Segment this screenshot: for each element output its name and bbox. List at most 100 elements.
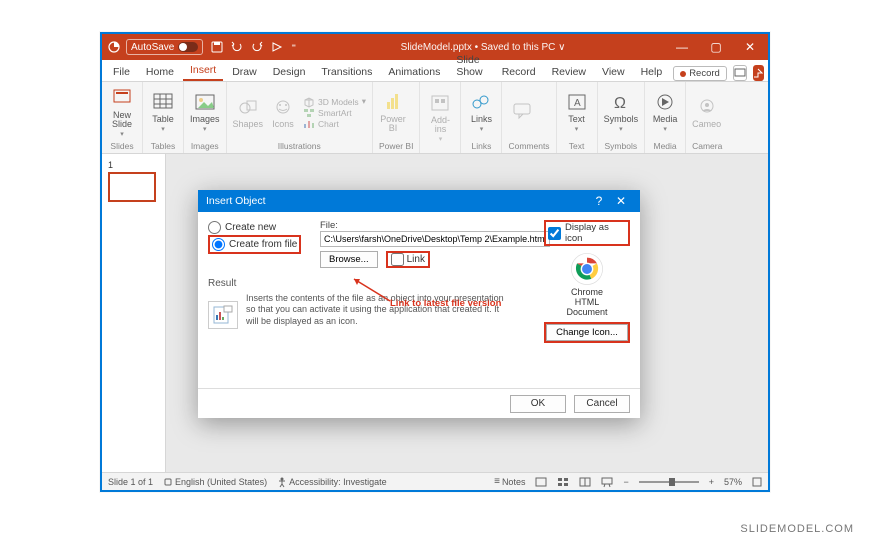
media-button[interactable]: Media▾	[651, 92, 679, 133]
display-as-icon-label: Display as icon	[565, 222, 626, 244]
tab-record[interactable]: Record	[495, 63, 543, 81]
start-icon[interactable]	[271, 41, 283, 53]
new-slide-button[interactable]: New Slide▾	[108, 88, 136, 138]
dialog-title-bar: Insert Object ? ✕	[198, 190, 640, 212]
save-icon[interactable]	[211, 41, 223, 53]
tab-home[interactable]: Home	[139, 63, 181, 81]
links-button[interactable]: Links▾	[467, 92, 495, 133]
undo-icon[interactable]	[231, 41, 243, 53]
dialog-close-button[interactable]: ✕	[610, 194, 632, 208]
smartart-button[interactable]: SmartArt	[303, 108, 366, 118]
window-title: SlideModel.pptx • Saved to this PC ∨	[296, 42, 670, 53]
create-from-file-highlight: Create from file	[208, 235, 301, 254]
record-button[interactable]: Record	[673, 66, 727, 81]
chart-button[interactable]: Chart	[303, 119, 366, 129]
tab-help[interactable]: Help	[634, 63, 670, 81]
notes-button[interactable]: ≡Notes	[494, 476, 525, 487]
maximize-button[interactable]: ▢	[704, 40, 728, 54]
autosave-switch-icon	[178, 42, 198, 52]
group-media-label: Media	[651, 140, 679, 151]
tab-draw[interactable]: Draw	[225, 63, 264, 81]
display-as-icon-panel: Display as icon Chrome HTML Document Cha…	[544, 220, 630, 343]
tab-file[interactable]: File	[106, 63, 137, 81]
link-checkbox[interactable]	[391, 253, 404, 266]
dialog-body: Create new Create from file File: Browse…	[198, 212, 640, 388]
view-slideshow-icon[interactable]	[601, 477, 613, 487]
autosave-label: AutoSave	[131, 42, 174, 53]
group-images-label: Images	[190, 140, 220, 151]
callout-text: Link to latest file version	[390, 298, 501, 309]
tab-animations[interactable]: Animations	[381, 63, 447, 81]
ok-button[interactable]: OK	[510, 395, 566, 413]
change-icon-button[interactable]: Change Icon...	[546, 324, 628, 341]
quick-access-toolbar: ⁼	[211, 41, 296, 53]
dialog-help-button[interactable]: ?	[588, 194, 610, 208]
addins-button[interactable]: Add- ins▾	[426, 93, 454, 143]
status-bar: Slide 1 of 1 English (United States) Acc…	[102, 472, 768, 490]
language-icon	[163, 477, 173, 487]
minimize-button[interactable]: —	[670, 40, 694, 54]
cameo-label: Cameo	[692, 120, 721, 129]
tab-view[interactable]: View	[595, 63, 632, 81]
create-new-label: Create new	[225, 222, 276, 233]
text-label: Text	[568, 115, 585, 124]
view-normal-icon[interactable]	[535, 477, 547, 487]
table-button[interactable]: Table▾	[149, 92, 177, 133]
file-label: File:	[320, 220, 550, 231]
3d-models-button[interactable]: 3D Models ▾	[303, 96, 366, 107]
accessibility-status[interactable]: Accessibility: Investigate	[277, 477, 387, 487]
thumbnail-number: 1	[108, 160, 159, 170]
slide-thumbnail-1[interactable]	[108, 172, 156, 202]
accessibility-icon	[277, 477, 287, 487]
display-as-icon-checkbox[interactable]: Display as icon	[544, 220, 630, 246]
browse-button[interactable]: Browse...	[320, 251, 378, 268]
close-button[interactable]: ✕	[738, 40, 762, 54]
view-sorter-icon[interactable]	[557, 477, 569, 487]
create-from-file-radio[interactable]: Create from file	[212, 238, 297, 251]
shapes-button[interactable]: Shapes	[233, 97, 264, 129]
tab-design[interactable]: Design	[266, 63, 313, 81]
zoom-level[interactable]: 57%	[724, 477, 742, 487]
cameo-button[interactable]: Cameo	[692, 97, 721, 129]
fit-window-icon[interactable]	[752, 477, 762, 487]
svg-text:A: A	[574, 98, 581, 109]
file-path-input[interactable]	[320, 231, 550, 247]
autosave-toggle[interactable]: AutoSave	[126, 39, 203, 55]
tab-slideshow[interactable]: Slide Show	[449, 51, 492, 81]
create-from-file-label: Create from file	[229, 239, 297, 250]
group-text-label: Text	[563, 140, 591, 151]
symbols-button[interactable]: ΩSymbols▾	[604, 92, 639, 133]
table-label: Table	[152, 115, 174, 124]
cancel-button[interactable]: Cancel	[574, 395, 630, 413]
change-icon-highlight: Change Icon...	[544, 322, 630, 343]
share-button[interactable]	[753, 65, 764, 81]
result-icon	[208, 301, 238, 329]
tab-insert[interactable]: Insert	[183, 61, 223, 81]
zoom-out-button[interactable]: −	[623, 477, 628, 487]
icons-button[interactable]: Icons	[269, 97, 297, 129]
text-button[interactable]: AText▾	[563, 92, 591, 133]
tab-transitions[interactable]: Transitions	[314, 63, 379, 81]
present-button[interactable]	[733, 65, 747, 81]
smartart-label: SmartArt	[318, 108, 352, 118]
icon-caption: Chrome HTML Document	[544, 288, 630, 318]
chrome-icon	[570, 252, 604, 286]
new-slide-label: New Slide	[112, 111, 132, 129]
powerbi-button[interactable]: Power BI	[379, 92, 407, 133]
tab-review[interactable]: Review	[545, 63, 593, 81]
shapes-label: Shapes	[233, 120, 264, 129]
svg-text:Ω: Ω	[614, 95, 626, 112]
view-reading-icon[interactable]	[579, 477, 591, 487]
group-tables-label: Tables	[149, 140, 177, 151]
group-comments-label: Comments	[508, 140, 549, 151]
insert-object-dialog: Insert Object ? ✕ Create new Create from…	[198, 190, 640, 418]
watermark: SLIDEMODEL.COM	[740, 523, 854, 535]
comment-button[interactable]	[508, 101, 536, 124]
language-status[interactable]: English (United States)	[163, 477, 267, 487]
zoom-in-button[interactable]: +	[709, 477, 714, 487]
images-button[interactable]: Images▾	[190, 92, 220, 133]
zoom-slider[interactable]	[639, 481, 699, 483]
powerbi-label: Power BI	[380, 115, 406, 133]
create-new-radio[interactable]: Create new	[208, 221, 308, 234]
redo-icon[interactable]	[251, 41, 263, 53]
